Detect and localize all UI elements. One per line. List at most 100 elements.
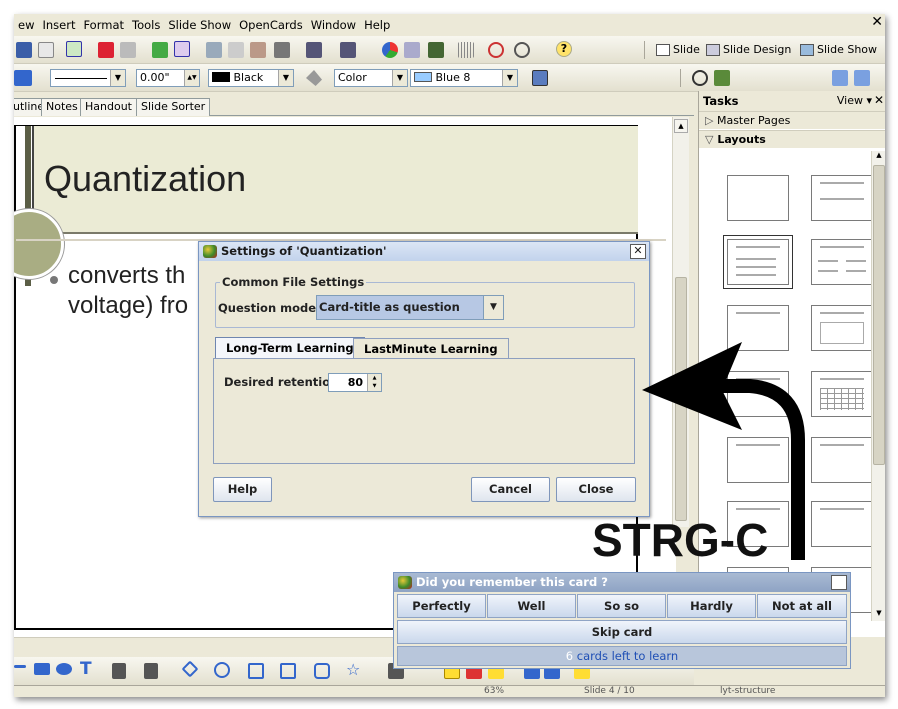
navigator-icon[interactable] <box>428 42 444 58</box>
area-fill-icon[interactable] <box>306 70 322 86</box>
tab-lastminute-learning[interactable]: LastMinute Learning <box>353 338 509 359</box>
save-icon[interactable] <box>16 42 32 58</box>
layout-title-content[interactable] <box>727 239 789 285</box>
print-icon[interactable] <box>120 42 136 58</box>
chevron-down-icon[interactable]: ▼ <box>483 296 503 319</box>
layout-title-object[interactable] <box>811 305 873 351</box>
review-dialog-titlebar[interactable]: Did you remember this card ? ✕ <box>394 573 850 592</box>
font-shrink-icon[interactable] <box>854 70 870 86</box>
cancel-button[interactable]: Cancel <box>471 477 550 502</box>
spellcheck-icon[interactable] <box>152 42 168 58</box>
curve-tool-icon[interactable] <box>112 663 126 679</box>
callouts-icon[interactable] <box>314 663 330 679</box>
close-icon[interactable]: ✕ <box>831 575 847 590</box>
answer-perfectly-button[interactable]: Perfectly <box>397 594 486 618</box>
opencards-icon <box>203 245 217 258</box>
tab-slide-sorter[interactable]: Slide Sorter <box>136 98 211 116</box>
basic-shapes-icon[interactable] <box>181 660 199 678</box>
slide-show-button[interactable]: Slide Show <box>800 43 877 56</box>
symbol-shapes-icon[interactable] <box>214 662 230 678</box>
scroll-thumb[interactable] <box>873 165 885 465</box>
grid-icon[interactable] <box>458 42 474 58</box>
flowchart-icon[interactable] <box>280 663 296 679</box>
navigator-compass-icon[interactable] <box>488 42 504 58</box>
close-icon[interactable]: ✕ <box>630 244 646 259</box>
tasks-scrollbar[interactable]: ▲ ▼ <box>871 151 885 621</box>
tab-long-term-learning[interactable]: Long-Term Learning <box>215 337 365 359</box>
line-color-select[interactable]: Black ▼ <box>208 69 294 87</box>
export-pdf-icon[interactable] <box>98 42 114 58</box>
slide-transition-icon[interactable] <box>714 70 730 86</box>
menu-tools[interactable]: Tools <box>128 18 164 32</box>
table-icon[interactable] <box>404 42 420 58</box>
paste-icon[interactable] <box>250 42 266 58</box>
menu-window[interactable]: Window <box>307 18 360 32</box>
layout-chart-text[interactable] <box>811 501 873 547</box>
slide-title: Quantization <box>44 158 247 199</box>
menu-format[interactable]: Format <box>79 18 128 32</box>
area-color-select[interactable]: Blue 8 ▼ <box>410 69 518 87</box>
help-icon[interactable]: ? <box>556 41 572 57</box>
menu-insert[interactable]: Insert <box>38 18 79 32</box>
close-icon[interactable]: ✕ <box>871 14 883 30</box>
menu-opencards[interactable]: OpenCards <box>235 18 307 32</box>
layout-text-chart[interactable] <box>811 437 873 483</box>
answer-not-at-all-button[interactable]: Not at all <box>757 594 847 618</box>
scroll-up-icon[interactable]: ▲ <box>873 151 885 163</box>
menu-help[interactable]: Help <box>360 18 394 32</box>
rehearse-timings-icon[interactable] <box>692 70 708 86</box>
tab-notes[interactable]: Notes <box>41 98 83 116</box>
answer-well-button[interactable]: Well <box>487 594 576 618</box>
question-mode-label: Question mode : <box>218 301 325 315</box>
block-arrows-icon[interactable] <box>248 663 264 679</box>
zoom-level[interactable]: 63% <box>484 686 504 696</box>
rectangle-tool-icon[interactable] <box>34 663 50 675</box>
zoom-icon[interactable] <box>514 42 530 58</box>
layouts-section[interactable]: ▽ Layouts <box>699 130 885 148</box>
layout-title-2content[interactable] <box>811 239 873 285</box>
slide-button[interactable]: Slide <box>656 43 700 56</box>
menu-slide-show[interactable]: Slide Show <box>164 18 235 32</box>
format-paintbrush-icon[interactable] <box>274 42 290 58</box>
answer-so-so-button[interactable]: So so <box>577 594 666 618</box>
area-style-select[interactable]: Color ▼ <box>334 69 408 87</box>
answer-hardly-button[interactable]: Hardly <box>667 594 756 618</box>
copy-icon[interactable] <box>228 42 244 58</box>
stars-icon[interactable]: ☆ <box>346 660 360 679</box>
retention-spinner[interactable]: 80 ▲ ▼ <box>328 373 382 392</box>
text-tool-icon[interactable]: T <box>80 659 92 679</box>
skip-card-button[interactable]: Skip card <box>397 620 847 644</box>
shadow-icon[interactable] <box>532 70 548 86</box>
scroll-down-icon[interactable]: ▼ <box>873 609 885 621</box>
line-arrow-icon[interactable] <box>14 70 32 86</box>
scroll-up-icon[interactable]: ▲ <box>674 119 688 133</box>
tasks-view-menu[interactable]: View ▾ <box>837 94 872 107</box>
connector-tool-icon[interactable] <box>144 663 158 679</box>
layout-title-table[interactable] <box>811 371 873 417</box>
bullet-dot-icon <box>50 276 58 284</box>
tasks-close-icon[interactable]: ✕ <box>874 93 884 107</box>
cut-icon[interactable] <box>206 42 222 58</box>
email-icon[interactable] <box>38 42 54 58</box>
line-width-input[interactable]: 0.00" ▲▼ <box>136 69 200 87</box>
question-mode-select[interactable]: Card-title as question ▼ <box>316 295 504 320</box>
autospell-icon[interactable] <box>174 41 190 57</box>
master-pages-section[interactable]: ▷ Master Pages <box>699 111 885 129</box>
menu-view[interactable]: ew <box>14 18 38 32</box>
layout-blank[interactable] <box>727 175 789 221</box>
line-style-select[interactable]: ▼ <box>50 69 126 87</box>
redo-icon[interactable] <box>340 42 356 58</box>
help-button[interactable]: Help <box>213 477 272 502</box>
edit-file-icon[interactable] <box>66 41 82 57</box>
ellipse-tool-icon[interactable] <box>56 663 72 675</box>
layout-title-only[interactable] <box>811 175 873 221</box>
font-grow-icon[interactable] <box>832 70 848 86</box>
chart-icon[interactable] <box>382 42 398 58</box>
settings-dialog-titlebar[interactable]: Settings of 'Quantization' ✕ <box>199 242 649 261</box>
tab-handout[interactable]: Handout <box>80 98 137 116</box>
slide-design-button[interactable]: Slide Design <box>706 43 791 56</box>
undo-icon[interactable] <box>306 42 322 58</box>
title-placeholder[interactable]: Quantization <box>32 126 638 234</box>
cards-left-label: cards left to learn <box>576 649 679 663</box>
line-tool-icon[interactable] <box>14 665 26 668</box>
